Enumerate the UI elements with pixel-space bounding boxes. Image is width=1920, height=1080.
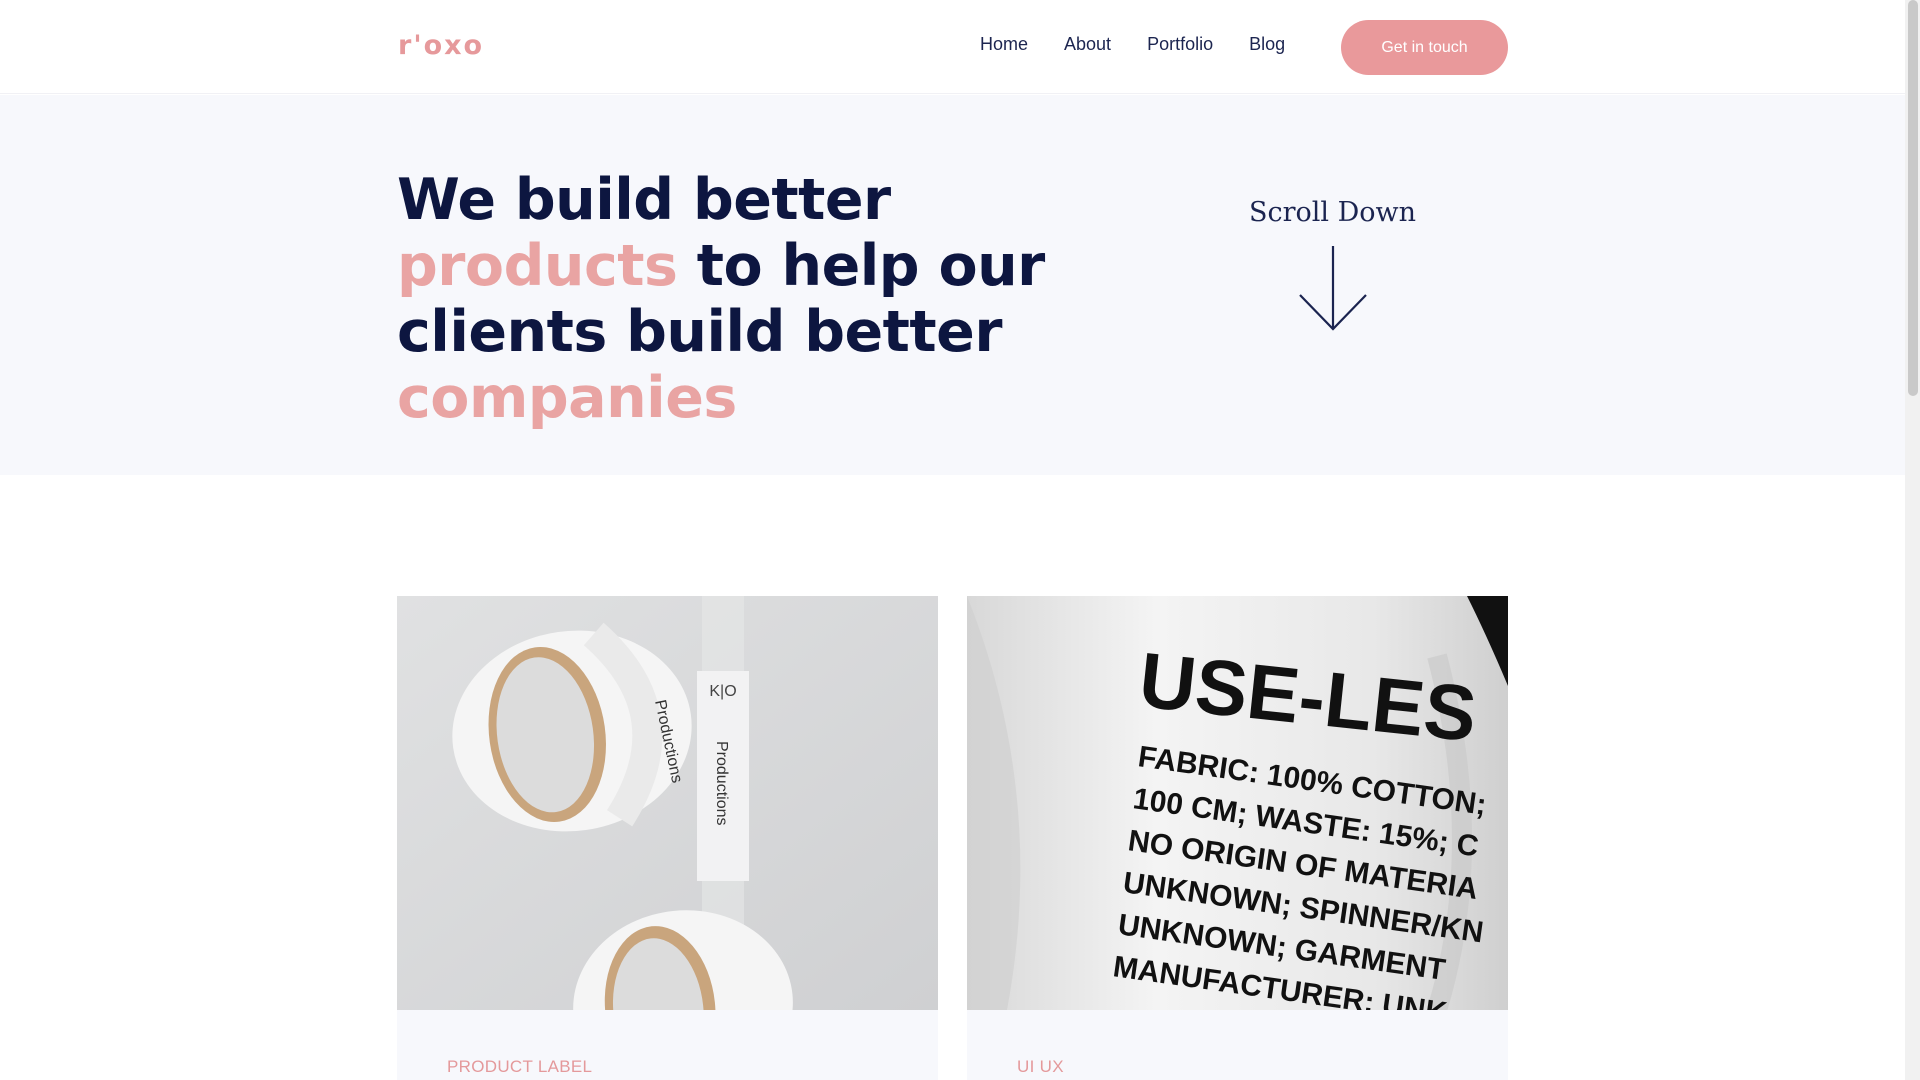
portfolio-image-tape-rolls: K|O Productions Productions [397, 596, 938, 1010]
vertical-scrollbar[interactable] [1905, 0, 1920, 1080]
site-logo[interactable]: r'oxo [398, 30, 484, 61]
tape-brand-mark: K|O [709, 683, 736, 700]
portfolio-image-garment-label: USE-LES FABRIC: 100% COTTON; 100 CM; WAS… [967, 596, 1508, 1010]
nav-portfolio-link[interactable]: Portfolio [1147, 34, 1213, 55]
garment-label-illustration: USE-LES FABRIC: 100% COTTON; 100 CM; WAS… [967, 596, 1508, 1010]
site-header: r'oxo Home About Portfolio Blog Get in t… [0, 0, 1905, 94]
hero-title: We build better products to help our cli… [397, 167, 1157, 431]
card-category-label: UI UX [1017, 1057, 1064, 1076]
hero-title-accent-companies: companies [397, 365, 737, 431]
scroll-down-label: Scroll Down [1248, 197, 1417, 228]
nav-about-link[interactable]: About [1064, 34, 1111, 55]
tape-rolls-illustration: K|O Productions Productions [397, 596, 938, 1010]
portfolio-card-ui-ux[interactable]: USE-LES FABRIC: 100% COTTON; 100 CM; WAS… [967, 596, 1508, 1080]
hero-section: We build better products to help our cli… [0, 95, 1905, 475]
arrow-down-icon [1298, 246, 1367, 331]
hero-title-accent-products: products [397, 233, 678, 299]
nav-home-link[interactable]: Home [980, 34, 1028, 55]
nav-blog-link[interactable]: Blog [1249, 34, 1285, 55]
scroll-down-link[interactable]: Scroll Down [1240, 197, 1425, 332]
card-category-label: PRODUCT LABEL [447, 1057, 593, 1076]
page: r'oxo Home About Portfolio Blog Get in t… [0, 0, 1920, 1080]
main-nav: Home About Portfolio Blog [980, 34, 1321, 55]
tape-brand-word-right: Productions [713, 741, 730, 826]
scrollbar-thumb[interactable] [1908, 0, 1918, 396]
get-in-touch-button[interactable]: Get in touch [1341, 20, 1508, 75]
hero-title-part-1: We build better [397, 167, 891, 233]
portfolio-card-product-label[interactable]: K|O Productions Productions PRODUCT LABE… [397, 596, 938, 1080]
